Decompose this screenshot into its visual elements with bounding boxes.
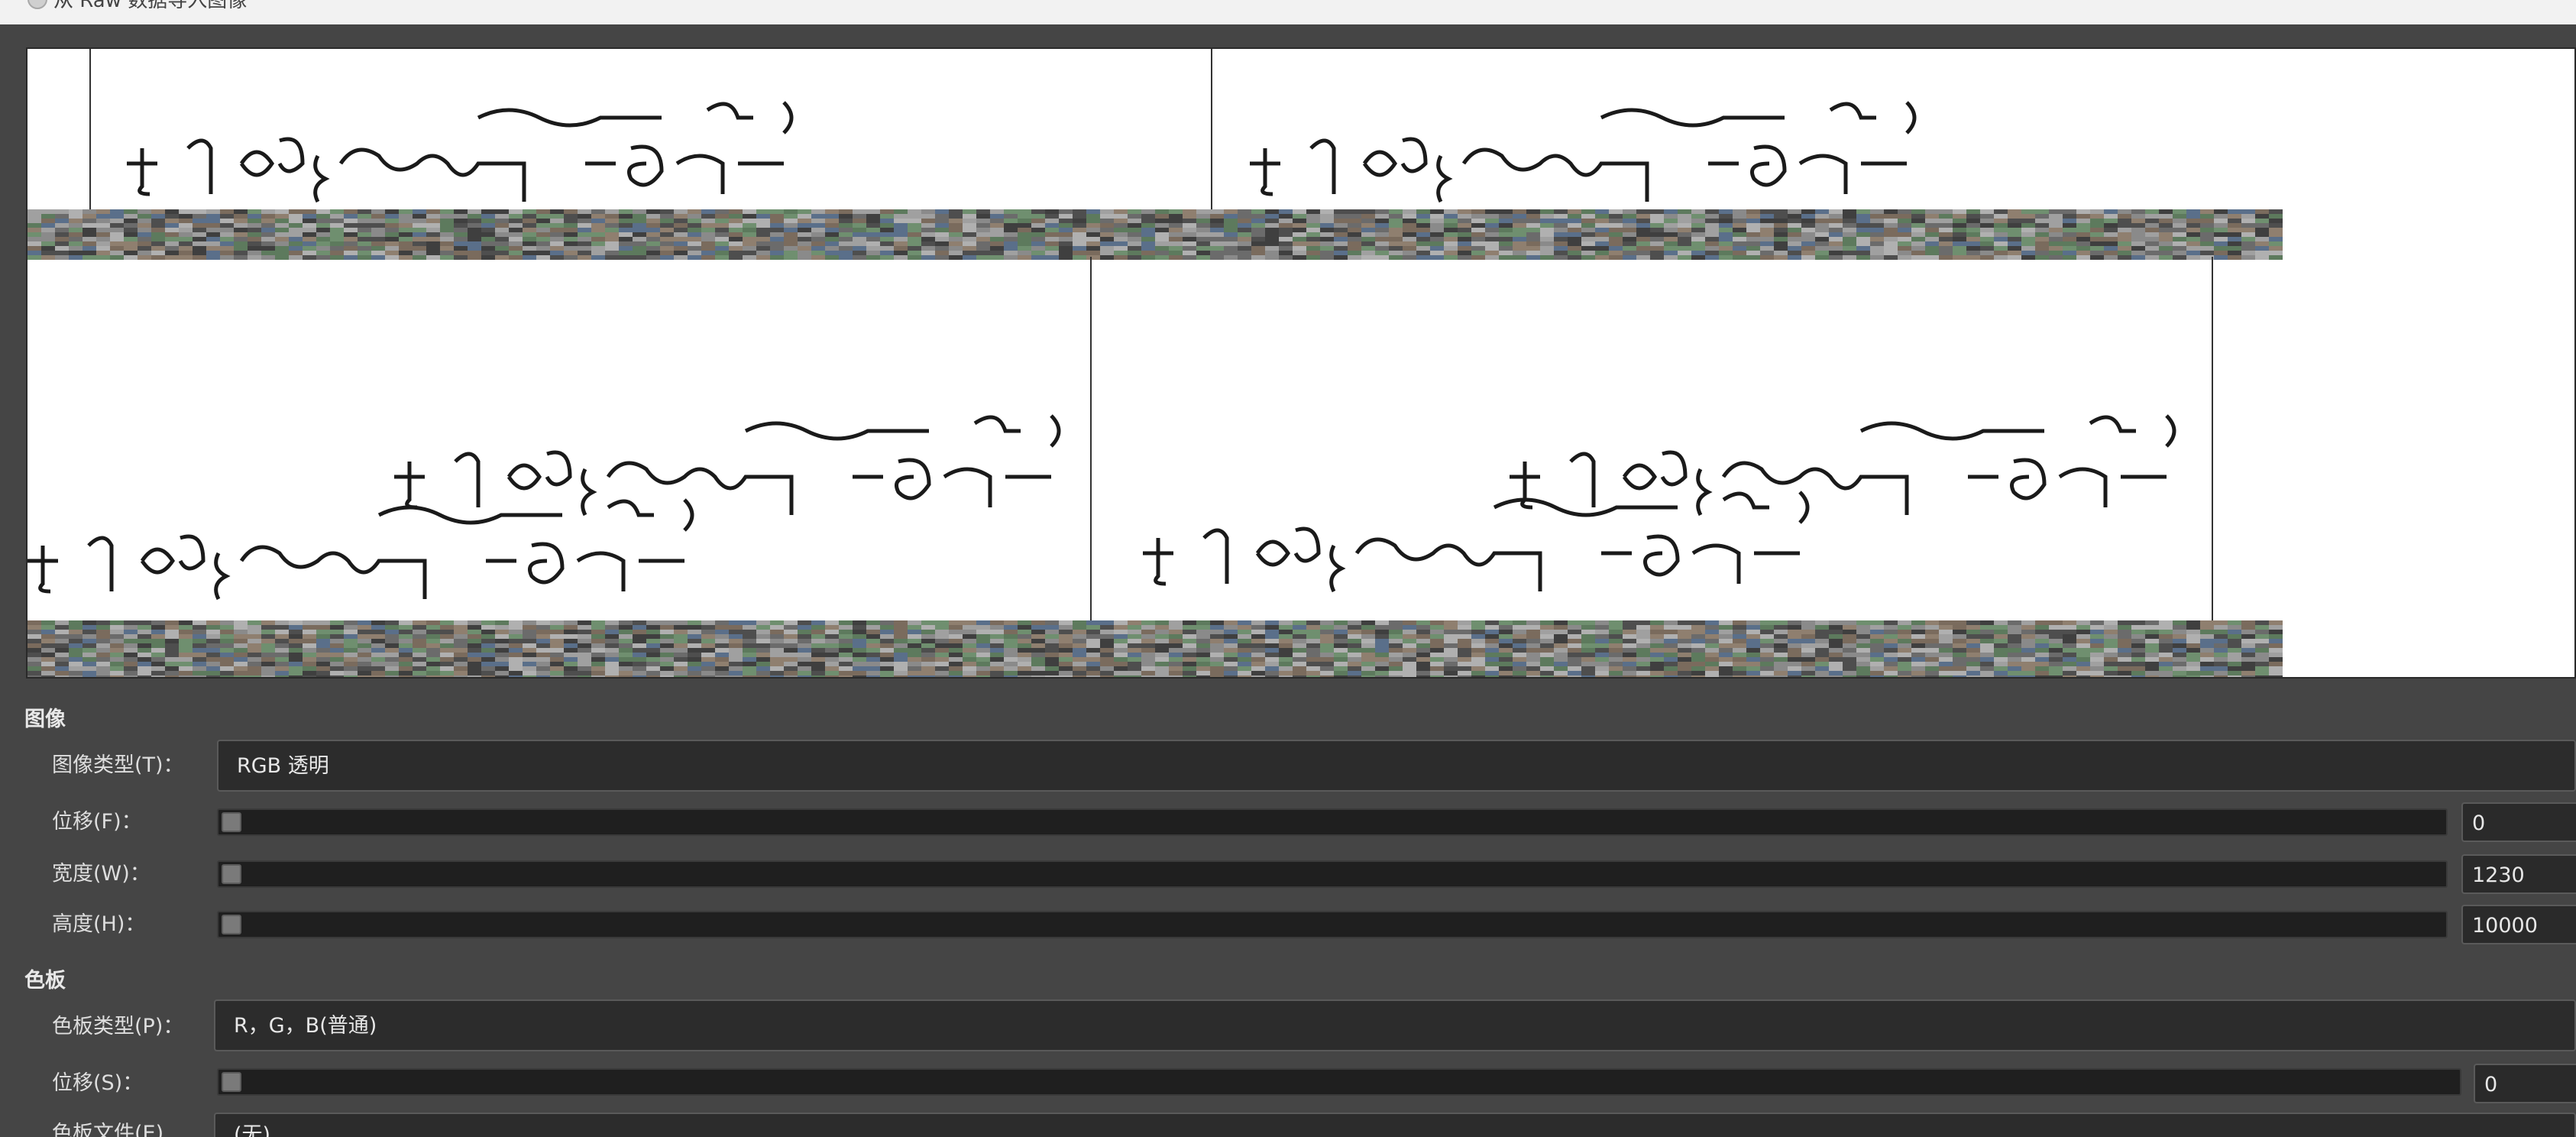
window-title: 从 Raw 数据导入图像 xyxy=(53,0,248,12)
palette-offset-slider-handle[interactable] xyxy=(222,1072,241,1092)
palette-offset-label: 位移(S)： xyxy=(52,1071,144,1095)
image-type-label: 图像类型(T)： xyxy=(52,753,184,777)
garbled-glyphs xyxy=(1510,414,2176,517)
palette-section-title: 色板 xyxy=(24,969,66,993)
offset-value: 0 xyxy=(2472,811,2486,835)
title-bar: 从 Raw 数据导入图像 xyxy=(0,0,2576,24)
palette-type-label: 色板类型(P)： xyxy=(52,1015,184,1038)
palette-file-value: (无) xyxy=(234,1123,271,1137)
height-slider[interactable] xyxy=(217,911,2448,938)
palette-offset-slider[interactable] xyxy=(217,1068,2461,1096)
height-spin[interactable]: 10000 xyxy=(2461,905,2576,944)
noise-band-bottom xyxy=(28,620,2283,677)
offset-slider[interactable] xyxy=(217,808,2448,836)
palette-file-chooser[interactable]: (无) xyxy=(214,1113,2576,1137)
width-label: 宽度(W)： xyxy=(52,862,150,886)
offset-slider-handle[interactable] xyxy=(222,812,241,832)
garbled-glyphs xyxy=(28,498,694,601)
height-slider-handle[interactable] xyxy=(222,915,241,935)
palette-type-value: R，G，B(普通) xyxy=(234,1014,377,1038)
garbled-glyphs xyxy=(394,414,1061,517)
palette-offset-value: 0 xyxy=(2484,1073,2498,1097)
height-value: 10000 xyxy=(2472,914,2538,938)
palette-file-label: 色板文件(E) xyxy=(52,1122,164,1137)
garbled-glyphs xyxy=(1250,101,1917,203)
height-label: 高度(H)： xyxy=(52,912,146,936)
offset-spin[interactable]: 0 xyxy=(2461,802,2576,842)
noise-band-top xyxy=(28,209,2283,260)
garbled-glyphs xyxy=(1143,491,1810,593)
width-slider-handle[interactable] xyxy=(222,864,241,884)
palette-type-combo[interactable]: R，G，B(普通) xyxy=(214,999,2576,1051)
image-section-title: 图像 xyxy=(24,708,66,731)
palette-offset-spin[interactable]: 0 xyxy=(2474,1064,2576,1103)
width-value: 1230 xyxy=(2472,863,2525,887)
image-type-value: RGB 透明 xyxy=(237,754,329,778)
image-type-combo[interactable]: RGB 透明 xyxy=(217,740,2576,792)
raw-image-preview xyxy=(26,47,2576,679)
width-spin[interactable]: 1230 xyxy=(2461,854,2576,894)
preview-canvas xyxy=(28,49,2283,677)
app-icon xyxy=(28,0,47,9)
offset-label: 位移(F)： xyxy=(52,810,142,834)
garbled-glyphs xyxy=(127,101,794,203)
width-slider[interactable] xyxy=(217,860,2448,888)
